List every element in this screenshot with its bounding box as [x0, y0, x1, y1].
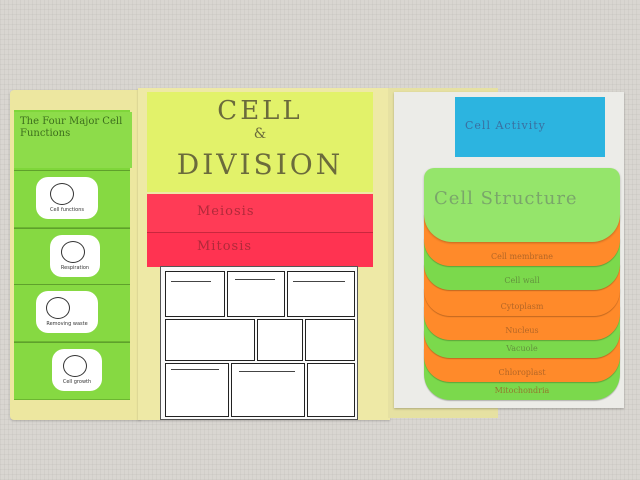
comic-panel-7	[165, 363, 229, 417]
meiosis-label: Meiosis	[197, 204, 255, 219]
comic-strip	[160, 266, 358, 420]
title-ampersand: &	[253, 126, 267, 142]
left-flap-3[interactable]: Removing waste	[14, 284, 130, 341]
comic-panel-5	[257, 319, 303, 361]
left-title-card: The Four Major Cell Functions	[14, 112, 132, 168]
left-flap-4[interactable]: Cell growth	[14, 342, 130, 399]
cell-cartoon-icon	[60, 241, 85, 263]
comic-line	[171, 281, 211, 282]
comic-sticker-2: Respiration	[50, 235, 100, 277]
cell-division-title-card[interactable]: CELL & DIVISION	[147, 92, 373, 192]
title-line-cell: CELL	[217, 96, 303, 126]
comic-line	[239, 371, 295, 372]
comic-sticker-4: Cell growth	[52, 349, 102, 391]
cell-cartoon-icon	[50, 183, 75, 205]
comic-panel-3	[287, 271, 355, 317]
comic-panel-6	[305, 319, 355, 361]
comic-panel-4	[165, 319, 255, 361]
comic-line	[293, 281, 345, 282]
meiosis-tab[interactable]: Meiosis	[147, 194, 373, 232]
comic-panel-9	[307, 363, 355, 417]
cell-activity-card[interactable]: Cell Activity	[455, 97, 605, 157]
left-flap-2[interactable]: Respiration	[14, 228, 130, 285]
mitosis-tab[interactable]: Mitosis	[147, 232, 373, 267]
cell-cartoon-icon	[62, 355, 87, 377]
comic-line	[235, 279, 275, 280]
comic-sticker-3: Removing waste	[36, 291, 98, 333]
comic-line	[171, 369, 219, 370]
cell-structure-tab[interactable]: Cell Structure	[424, 168, 620, 242]
cell-cartoon-icon	[46, 297, 71, 319]
comic-panel-1	[165, 271, 225, 317]
mitosis-label: Mitosis	[197, 239, 253, 254]
left-flap-1[interactable]: Cell functions	[14, 170, 130, 227]
comic-sticker-1: Cell functions	[36, 177, 98, 219]
cell-activity-label: Cell Activity	[465, 119, 546, 132]
comic-panel-2	[227, 271, 285, 317]
title-line-division: DIVISION	[176, 148, 344, 181]
cell-structure-label: Cell Structure	[434, 188, 578, 209]
